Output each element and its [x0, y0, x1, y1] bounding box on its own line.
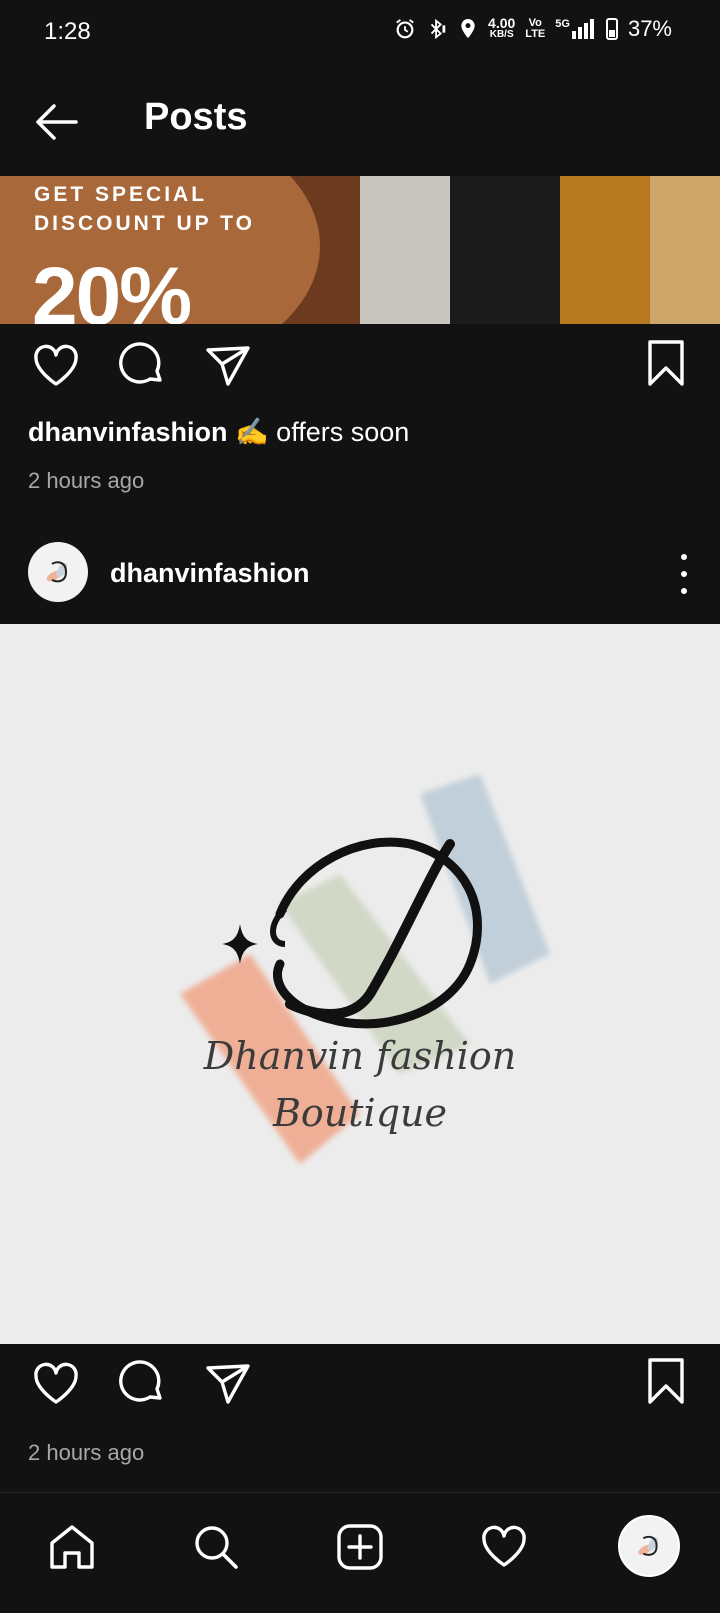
net-speed-unit: KB/S [489, 29, 514, 40]
bottom-navigation [0, 1492, 720, 1613]
home-icon[interactable] [46, 1521, 98, 1573]
location-icon [461, 19, 475, 39]
brand-logo-mini-icon [638, 1535, 658, 1556]
battery-percent: 37% [627, 16, 672, 41]
status-time: 1:28 [44, 18, 91, 45]
profile-avatar[interactable] [618, 1515, 680, 1577]
post1-image[interactable]: GET SPECIAL DISCOUNT UP TO 20% [0, 176, 720, 324]
clothing-item [450, 176, 560, 324]
volte-bottom: LTE [525, 28, 546, 40]
alarm-icon [396, 19, 414, 39]
comment-icon[interactable] [116, 1358, 168, 1410]
banner-headline: GET SPECIAL DISCOUNT UP TO [34, 180, 255, 238]
like-heart-icon[interactable] [30, 1358, 82, 1410]
banner-line-2: DISCOUNT UP TO [34, 212, 255, 235]
post2-time: 2 hours ago [28, 1440, 145, 1465]
volte-indicator: Vo LTE [525, 18, 545, 40]
boutique-logo: Dhanvin fashion Boutique [180, 774, 550, 1164]
bluetooth-icon [430, 18, 446, 40]
comment-icon[interactable] [116, 340, 168, 392]
logo-line-1: Dhanvin fashion [203, 1034, 516, 1078]
send-icon[interactable] [202, 1358, 254, 1410]
brand-logo-mini-icon [46, 561, 68, 583]
net-speed-value: 4.00 [488, 15, 516, 31]
banner-percent: 20% [32, 251, 192, 324]
search-icon[interactable] [190, 1521, 242, 1573]
banner-line-1: GET SPECIAL [34, 183, 208, 206]
top-app-bar: Posts [0, 64, 720, 176]
like-heart-icon[interactable] [30, 340, 82, 392]
post1-caption: dhanvinfashion ✍️ offers soon [28, 416, 409, 448]
activity-heart-icon[interactable] [478, 1521, 530, 1573]
battery-icon [605, 18, 618, 40]
post1-actions [0, 330, 720, 410]
post2-image[interactable]: Dhanvin fashion Boutique [0, 624, 720, 1344]
clothing-item [360, 176, 450, 324]
post2-header: dhanvinfashion [0, 528, 720, 624]
plus-square-icon[interactable] [334, 1521, 386, 1573]
post2-avatar[interactable] [28, 542, 88, 602]
signal-indicator: 5G [555, 19, 596, 39]
network-type: 5G [555, 18, 570, 30]
caption-emoji: ✍️ [235, 417, 269, 447]
post1-time: 2 hours ago [28, 468, 145, 493]
post2-actions [0, 1348, 720, 1428]
caption-text: offers soon [276, 417, 410, 447]
clothing-item [560, 176, 650, 324]
send-icon[interactable] [202, 340, 254, 392]
page-title: Posts [144, 96, 248, 138]
signal-bars-icon [571, 19, 594, 39]
logo-line-2: Boutique [272, 1091, 447, 1135]
bookmark-icon[interactable] [640, 338, 692, 390]
back-arrow-icon[interactable] [32, 98, 80, 146]
more-options-icon[interactable] [676, 554, 692, 594]
status-icons: 4.00 KB/S Vo LTE 5G 37% [394, 16, 672, 42]
bookmark-icon[interactable] [640, 1356, 692, 1408]
straw-hat [650, 176, 720, 324]
caption-username[interactable]: dhanvinfashion [28, 417, 228, 447]
status-bar: 1:28 4.00 KB/S Vo LTE 5G 37% [0, 0, 720, 64]
net-speed: 4.00 KB/S [488, 15, 516, 41]
post2-username[interactable]: dhanvinfashion [110, 558, 310, 589]
